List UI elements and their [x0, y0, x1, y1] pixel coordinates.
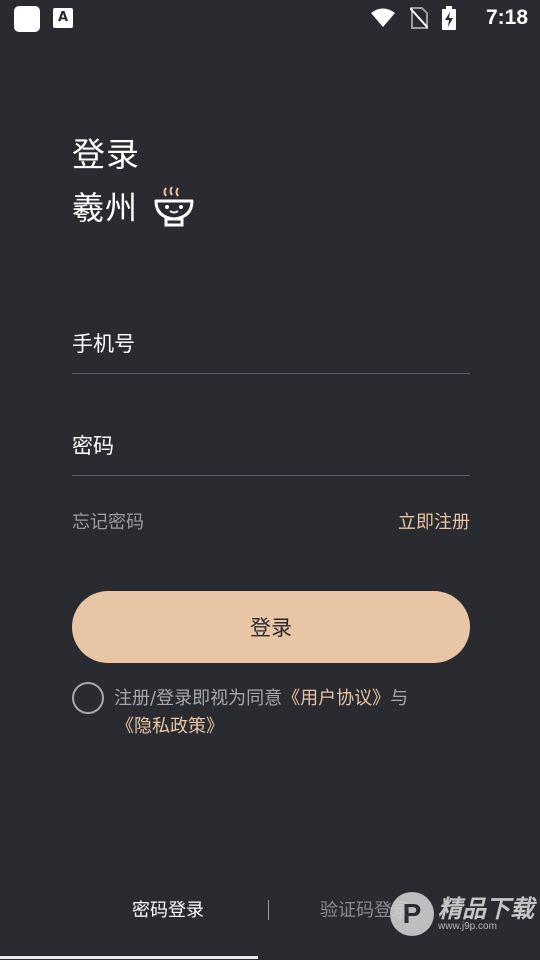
city-name: 羲州 [72, 189, 139, 227]
tab-divider [268, 900, 269, 920]
battery-charging-icon [442, 6, 456, 30]
agreement-text: 注册/登录即视为同意《用户协议》与 [114, 684, 474, 714]
agreement-prefix: 注册/登录即视为同意 [114, 688, 283, 709]
login-button[interactable]: 登录 [72, 591, 470, 663]
watermark-text: 精品下载 [438, 894, 534, 923]
gesture-bar [0, 956, 258, 959]
steaming-bowl-icon [154, 186, 194, 227]
city-row: 羲州 [72, 183, 196, 229]
phone-input[interactable] [162, 324, 462, 360]
phone-label: 手机号 [72, 332, 135, 356]
register-link[interactable]: 立即注册 [398, 508, 470, 534]
app-notification-icon [14, 6, 40, 32]
notification-a-icon: A [53, 8, 73, 28]
password-field[interactable]: 密码 [72, 416, 470, 476]
privacy-policy-link[interactable]: 《隐私政策》 [116, 716, 224, 737]
phone-field[interactable]: 手机号 [72, 314, 470, 374]
forgot-password-link[interactable]: 忘记密码 [72, 508, 144, 534]
watermark: P 精品下载 www.j9p.com [390, 892, 534, 936]
agreement-line-2: 《隐私政策》 [116, 712, 224, 742]
wifi-icon [371, 8, 395, 27]
tab-password-login[interactable]: 密码登录 [132, 896, 204, 922]
agreement-and: 与 [390, 688, 409, 709]
password-label: 密码 [72, 434, 114, 458]
clock: 7:18 [485, 6, 528, 29]
status-bar: A 7:18 [0, 0, 540, 36]
page-title: 登录 [72, 135, 140, 174]
status-icons [370, 6, 456, 30]
agreement-checkbox[interactable] [72, 682, 104, 714]
watermark-logo-icon: P [390, 892, 434, 936]
watermark-text-block: 精品下载 www.j9p.com [438, 897, 534, 932]
user-agreement-link[interactable]: 《用户协议》 [282, 688, 390, 709]
no-sim-icon [410, 7, 428, 29]
password-input[interactable] [162, 426, 462, 462]
